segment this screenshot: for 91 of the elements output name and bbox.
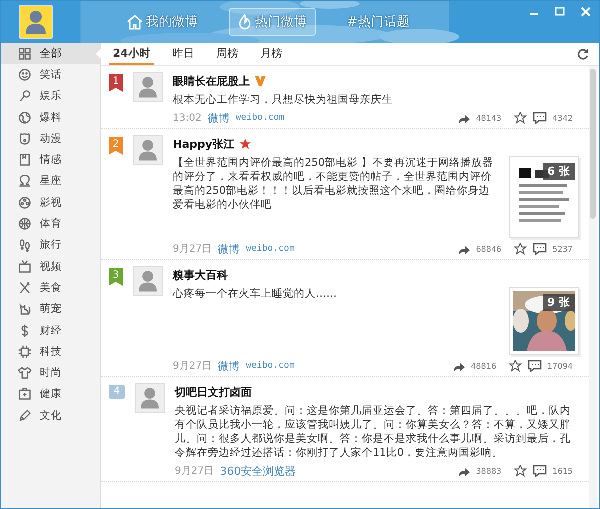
category-item[interactable]: 健康 <box>1 384 100 406</box>
comment-count: 17094 <box>548 362 573 370</box>
rank-ribbon: 3 <box>109 268 123 286</box>
verified-v-icon <box>255 76 266 86</box>
time-tab[interactable]: 24小时 <box>109 43 154 65</box>
bookmark-icon <box>18 153 32 168</box>
time-tab[interactable]: 昨日 <box>168 43 198 65</box>
author-name[interactable]: Happy张江 <box>173 136 235 152</box>
comment-button[interactable] <box>532 112 547 124</box>
comment-count: 4342 <box>552 114 573 122</box>
source-link[interactable]: 微博 <box>218 358 240 374</box>
flame-icon <box>238 14 252 30</box>
footprints-icon <box>18 238 32 252</box>
post-time: 9月27日 <box>173 360 212 373</box>
source-link[interactable]: 微博 <box>208 110 230 126</box>
ball-icon <box>18 217 32 232</box>
pencil-icon <box>18 408 32 423</box>
repost-button[interactable] <box>458 112 470 124</box>
category-item[interactable]: 体育 <box>1 213 100 235</box>
rank-ribbon: 2 <box>109 137 123 155</box>
post-text: 心疼每一个在火车上睡觉的人…… <box>173 287 338 302</box>
repost-count: 48143 <box>476 114 502 122</box>
rank-ribbon: 1 <box>109 74 123 92</box>
time-tab[interactable]: 周榜 <box>212 43 242 65</box>
category-item[interactable]: 情感 <box>1 149 100 171</box>
source-url: weibo.com <box>246 244 295 254</box>
favorite-button[interactable] <box>514 243 527 255</box>
tv-icon <box>18 260 32 274</box>
film-reel-icon <box>18 196 32 210</box>
repost-count: 68846 <box>476 244 502 254</box>
maximize-icon <box>555 7 565 17</box>
category-item[interactable]: 文化 <box>1 405 100 426</box>
comment-count: 1615 <box>552 466 573 476</box>
medical-kit-icon <box>18 387 32 402</box>
shirt-icon <box>18 366 32 380</box>
category-item[interactable]: 娱乐 <box>1 86 100 107</box>
comment-button[interactable] <box>532 465 547 477</box>
category-item[interactable]: 全部 <box>1 43 100 64</box>
cat-icon <box>18 302 32 316</box>
scrollbar[interactable] <box>589 66 597 508</box>
author-name[interactable]: 切吧日文打卤面 <box>175 384 252 400</box>
star-badge-icon <box>240 138 251 150</box>
close-icon <box>581 7 591 17</box>
smiley-icon <box>18 68 32 82</box>
home-icon <box>127 14 143 30</box>
source-link[interactable]: 微博 <box>218 242 240 256</box>
category-item[interactable]: 笑话 <box>1 64 100 86</box>
post-text: 【全世界范围内评价最高的250部电影 】不要再沉迷于网络播放器的评分了，来看看权威的吧，不能更赞的帖子，全世界范围内评价最高的250部电影！！！以后看电影就按照这个来吧，圈给你身边爱看电影的小伙伴吧 <box>173 156 494 213</box>
category-item[interactable]: 时尚 <box>1 362 100 384</box>
repost-count: 38883 <box>476 466 502 476</box>
bear-icon <box>18 132 32 146</box>
category-item[interactable]: 视频 <box>1 256 100 278</box>
category-item[interactable]: 星座 <box>1 170 100 192</box>
category-item[interactable]: 动漫 <box>1 128 100 150</box>
omega-icon <box>18 174 32 188</box>
repost-button[interactable] <box>458 466 470 476</box>
source-url: weibo.com <box>236 113 285 123</box>
category-item[interactable]: 美食 <box>1 277 100 299</box>
post-text: 央视记者采访福原爱。问：这是你第几届亚运会了。答：第四届了。。。吧，队内有个队员比我小一轮，应该管我叫姨儿了。问：你算美女么？答：不算，又矮又胖儿。问：很多人都说你是美女啊。答：你是不是求我什么事儿啊。采访到最后，孔令辉在旁边经过还搭话：你刚打了人家个11比0，要注意两国影响。 <box>175 404 572 460</box>
repost-count: 48816 <box>471 362 497 370</box>
category-item[interactable]: 影视 <box>1 192 100 214</box>
globe-icon <box>18 110 32 125</box>
post-time: 13:02 <box>173 112 202 124</box>
image-count: 6 张 <box>542 163 575 180</box>
category-item[interactable]: 爆料 <box>1 106 100 128</box>
source-link[interactable]: 360安全浏览器 <box>220 464 296 478</box>
crossed-utensils-icon <box>18 280 32 295</box>
source-url: weibo.com <box>246 361 295 371</box>
repost-button[interactable] <box>453 360 466 372</box>
favorite-button[interactable] <box>514 465 527 477</box>
comment-button[interactable] <box>532 243 547 255</box>
category-item[interactable]: 财经 <box>1 320 100 342</box>
author-name[interactable]: 糗事大百科 <box>173 268 228 282</box>
time-tab[interactable]: 月榜 <box>256 43 286 65</box>
post-time: 9月27日 <box>173 243 212 256</box>
chip-icon <box>18 344 32 359</box>
repost-button[interactable] <box>458 244 470 254</box>
post-text: 根本无心工作学习，只想尽快为祖国母亲庆生 <box>173 93 394 107</box>
comment-button[interactable] <box>528 360 542 372</box>
image-count: 9 张 <box>542 294 575 311</box>
rank-ribbon: 4 <box>109 385 125 399</box>
category-item[interactable]: 旅行 <box>1 234 100 256</box>
category-item[interactable]: 萌宠 <box>1 298 100 320</box>
category-item[interactable]: 科技 <box>1 341 100 362</box>
author-name[interactable]: 眼睛长在屁股上 <box>173 74 250 88</box>
favorite-button[interactable] <box>508 360 522 372</box>
comment-count: 5237 <box>552 244 573 254</box>
grid-icon <box>18 46 32 61</box>
avatar[interactable] <box>19 5 53 39</box>
post-time: 9月27日 <box>175 465 214 478</box>
favorite-button[interactable] <box>514 112 527 124</box>
